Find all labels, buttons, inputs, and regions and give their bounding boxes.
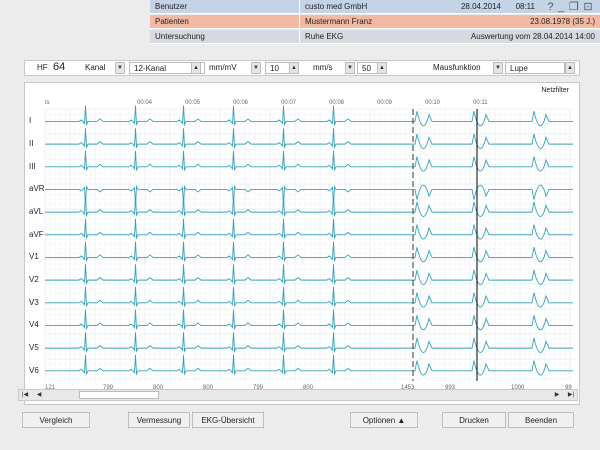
mouse-function-up-button[interactable]: ▲ bbox=[565, 62, 575, 74]
time-tick-label: ts bbox=[45, 100, 50, 106]
speed-down-button[interactable]: ▼ bbox=[345, 62, 355, 74]
ecg-trace-ii bbox=[45, 128, 573, 149]
time-tick-label: 00:10 bbox=[425, 100, 441, 106]
minimize-icon[interactable]: _ bbox=[558, 0, 564, 13]
scroll-thumb[interactable] bbox=[79, 391, 159, 399]
ecg-toolbar: HF 64 Kanal ▼ 12-Kanal ▲ mm/mV ▼ 10 ▲ mm… bbox=[24, 60, 580, 76]
ecg-trace-v2 bbox=[45, 264, 573, 285]
ecg-trace-v5 bbox=[45, 332, 573, 353]
time-tick-label: 00:05 bbox=[185, 100, 201, 106]
lead-label-v6: V6 bbox=[29, 365, 39, 375]
lead-label-avf: aVF bbox=[29, 229, 44, 239]
ecg-trace-avl bbox=[45, 196, 573, 217]
options-label: Optionen bbox=[362, 416, 396, 425]
exam-value: Ruhe EKG bbox=[300, 30, 450, 44]
ecg-trace-canvas[interactable] bbox=[25, 83, 579, 404]
scroll-end-icon[interactable]: ▶| bbox=[565, 390, 577, 400]
restore-icon[interactable]: ❐ bbox=[569, 0, 579, 13]
lead-label-v2: V2 bbox=[29, 275, 39, 285]
kanal-label: Kanal bbox=[85, 63, 106, 72]
time-tick-label: 00:07 bbox=[281, 100, 297, 106]
ecg-panel[interactable]: Netzfilter I II III aVR aVL aVF V1 V2 V3 V4 V5 V6 t… bbox=[24, 82, 580, 405]
lead-label-v4: V4 bbox=[29, 320, 39, 330]
lead-label-avr: aVR bbox=[29, 184, 45, 194]
lead-label-i: I bbox=[29, 116, 32, 126]
ecg-scrollbar[interactable]: |◀ ◀ ▶ ▶| bbox=[18, 389, 578, 401]
kanal-up-button[interactable]: ▲ bbox=[191, 62, 201, 74]
kanal-down-button[interactable]: ▼ bbox=[115, 62, 125, 74]
scroll-right-icon[interactable]: ▶ bbox=[551, 390, 563, 400]
patient-name: Mustermann Franz bbox=[300, 15, 450, 29]
speed-unit: mm/s bbox=[313, 63, 333, 72]
lead-label-v3: V3 bbox=[29, 297, 39, 307]
evaluation-date: Auswertung vom 28.04.2014 14:00 bbox=[450, 30, 600, 44]
lead-label-v5: V5 bbox=[29, 343, 39, 353]
close-app-button[interactable]: Beenden bbox=[508, 412, 574, 428]
ecg-trace-v1 bbox=[45, 241, 573, 263]
ecg-trace-v6 bbox=[45, 354, 573, 376]
time-tick-label: 00:11 bbox=[473, 100, 488, 106]
time-tick-label: 00:08 bbox=[329, 100, 345, 106]
exam-row: Untersuchung Ruhe EKG Auswertung vom 28.… bbox=[150, 30, 600, 45]
current-date: 28.04.2014 bbox=[454, 0, 506, 14]
speed-select[interactable]: 50 bbox=[357, 62, 379, 74]
lead-label-v1: V1 bbox=[29, 252, 39, 262]
patient-birthdate: 23.08.1978 (35 J.) bbox=[450, 15, 600, 29]
scroll-start-icon[interactable]: |◀ bbox=[19, 390, 31, 400]
lead-label-avl: aVL bbox=[29, 207, 44, 217]
lead-label-ii: II bbox=[29, 139, 34, 149]
user-label: Benutzer bbox=[150, 0, 300, 14]
current-time: 08:11 bbox=[506, 0, 540, 14]
options-arrow-icon: ▲ bbox=[397, 416, 406, 425]
ecg-trace-i bbox=[45, 105, 573, 127]
time-tick-label: 00:04 bbox=[137, 100, 153, 106]
ecg-trace-v4 bbox=[45, 309, 573, 331]
options-button[interactable]: Optionen ▲ bbox=[350, 412, 418, 428]
amplitude-up-button[interactable]: ▲ bbox=[289, 62, 299, 74]
amplitude-unit: mm/mV bbox=[209, 63, 237, 72]
amplitude-down-button[interactable]: ▼ bbox=[251, 62, 261, 74]
heart-rate-value: 64 bbox=[53, 61, 66, 73]
patient-header: Benutzer custo med GmbH 28.04.2014 08:11… bbox=[150, 0, 600, 45]
speed-up-button[interactable]: ▲ bbox=[377, 62, 387, 74]
help-icon[interactable]: ? bbox=[547, 0, 553, 13]
patient-label: Patienten bbox=[150, 15, 300, 29]
measure-button[interactable]: Vermessung bbox=[128, 412, 190, 428]
mouse-function-down-button[interactable]: ▼ bbox=[493, 62, 503, 74]
print-button[interactable]: Drucken bbox=[442, 412, 506, 428]
mouse-function-select[interactable]: Lupe bbox=[505, 62, 565, 74]
scroll-left-icon[interactable]: ◀ bbox=[33, 390, 45, 400]
lead-label-iii: III bbox=[29, 161, 36, 171]
ekg-overview-button[interactable]: EKG-Übersicht bbox=[192, 412, 264, 428]
user-row: Benutzer custo med GmbH 28.04.2014 08:11… bbox=[150, 0, 600, 15]
hf-label: HF bbox=[37, 63, 48, 72]
time-tick-label: 00:06 bbox=[233, 100, 249, 106]
patient-row: Patienten Mustermann Franz 23.08.1978 (3… bbox=[150, 15, 600, 30]
ecg-trace-avr bbox=[45, 184, 573, 206]
close-icon[interactable]: ⊡ bbox=[583, 0, 592, 13]
compare-button[interactable]: Vergleich bbox=[22, 412, 90, 428]
window-controls: ? _ ❐ ⊡ bbox=[540, 0, 600, 14]
amplitude-select[interactable]: 10 bbox=[265, 62, 291, 74]
time-tick-label: 00:09 bbox=[377, 100, 393, 106]
exam-label: Untersuchung bbox=[150, 30, 300, 44]
user-value: custo med GmbH bbox=[300, 0, 454, 14]
mouse-function-label: Mausfunktion bbox=[433, 63, 481, 72]
